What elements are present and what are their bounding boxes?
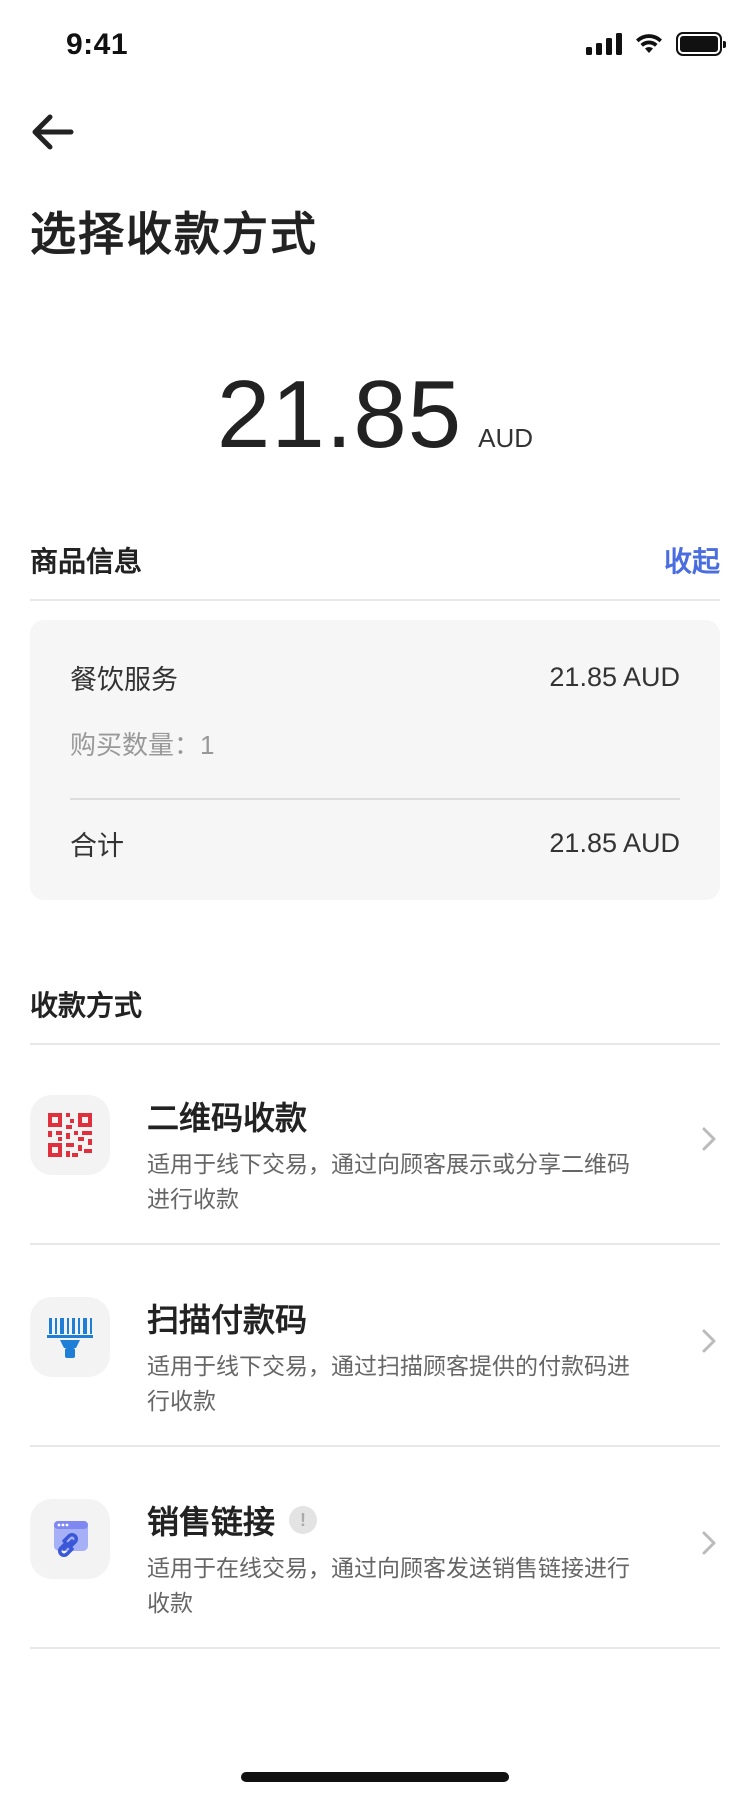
method-scan-payment-code[interactable]: 扫描付款码 适用于线下交易，通过扫描顾客提供的付款码进行收款 <box>30 1247 720 1447</box>
amount-display: 21.85 AUD <box>0 360 750 470</box>
status-time: 9:41 <box>66 28 129 61</box>
divider <box>30 1243 720 1245</box>
product-info-header: 商品信息 收起 <box>30 540 720 580</box>
status-bar: 9:41 <box>0 0 750 92</box>
product-quantity: 购买数量：1 <box>70 730 215 760</box>
divider <box>30 1647 720 1649</box>
qr-code-icon <box>30 1095 110 1175</box>
method-title: 二维码收款 <box>147 1100 308 1136</box>
chevron-right-icon <box>702 1329 716 1353</box>
method-title: 扫描付款码 <box>147 1302 308 1338</box>
method-title: 销售链接 ! <box>147 1497 318 1543</box>
home-indicator[interactable] <box>241 1772 509 1782</box>
wifi-icon <box>636 34 662 53</box>
card-divider <box>70 798 680 800</box>
amount-currency: AUD <box>478 423 534 453</box>
product-card: 餐饮服务 21.85 AUD 购买数量：1 合计 21.85 AUD <box>30 620 720 900</box>
total-label: 合计 <box>70 831 124 861</box>
back-button[interactable] <box>26 106 78 158</box>
page-title: 选择收款方式 <box>30 208 318 260</box>
payment-methods-title: 收款方式 <box>30 990 143 1021</box>
product-name: 餐饮服务 <box>70 665 178 695</box>
chevron-right-icon <box>702 1127 716 1151</box>
battery-icon <box>676 32 726 56</box>
status-icons <box>586 32 726 56</box>
product-row: 餐饮服务 21.85 AUD <box>70 658 680 697</box>
product-price: 21.85 AUD <box>549 662 680 692</box>
method-description: 适用于线下交易，通过向顾客展示或分享二维码进行收款 <box>147 1151 630 1212</box>
payment-methods-header: 收款方式 <box>30 984 720 1024</box>
cellular-signal-icon <box>586 33 622 55</box>
sales-link-icon <box>30 1499 110 1579</box>
total-value: 21.85 AUD <box>549 828 680 858</box>
product-info-title: 商品信息 <box>30 546 143 577</box>
divider <box>30 599 720 601</box>
method-description: 适用于在线交易，通过向顾客发送销售链接进行收款 <box>147 1555 630 1616</box>
info-icon[interactable]: ! <box>289 1506 318 1534</box>
method-sales-link[interactable]: 销售链接 ! 适用于在线交易，通过向顾客发送销售链接进行收款 <box>30 1449 720 1649</box>
divider <box>30 1445 720 1447</box>
total-row: 合计 21.85 AUD <box>70 824 680 863</box>
collapse-button[interactable]: 收起 <box>664 540 720 580</box>
arrow-left-icon <box>32 114 74 150</box>
amount-value: 21.85 <box>216 361 463 468</box>
barcode-scanner-icon <box>30 1297 110 1377</box>
method-description: 适用于线下交易，通过扫描顾客提供的付款码进行收款 <box>147 1353 630 1414</box>
method-qr-code[interactable]: 二维码收款 适用于线下交易，通过向顾客展示或分享二维码进行收款 <box>30 1045 720 1245</box>
chevron-right-icon <box>702 1531 716 1555</box>
